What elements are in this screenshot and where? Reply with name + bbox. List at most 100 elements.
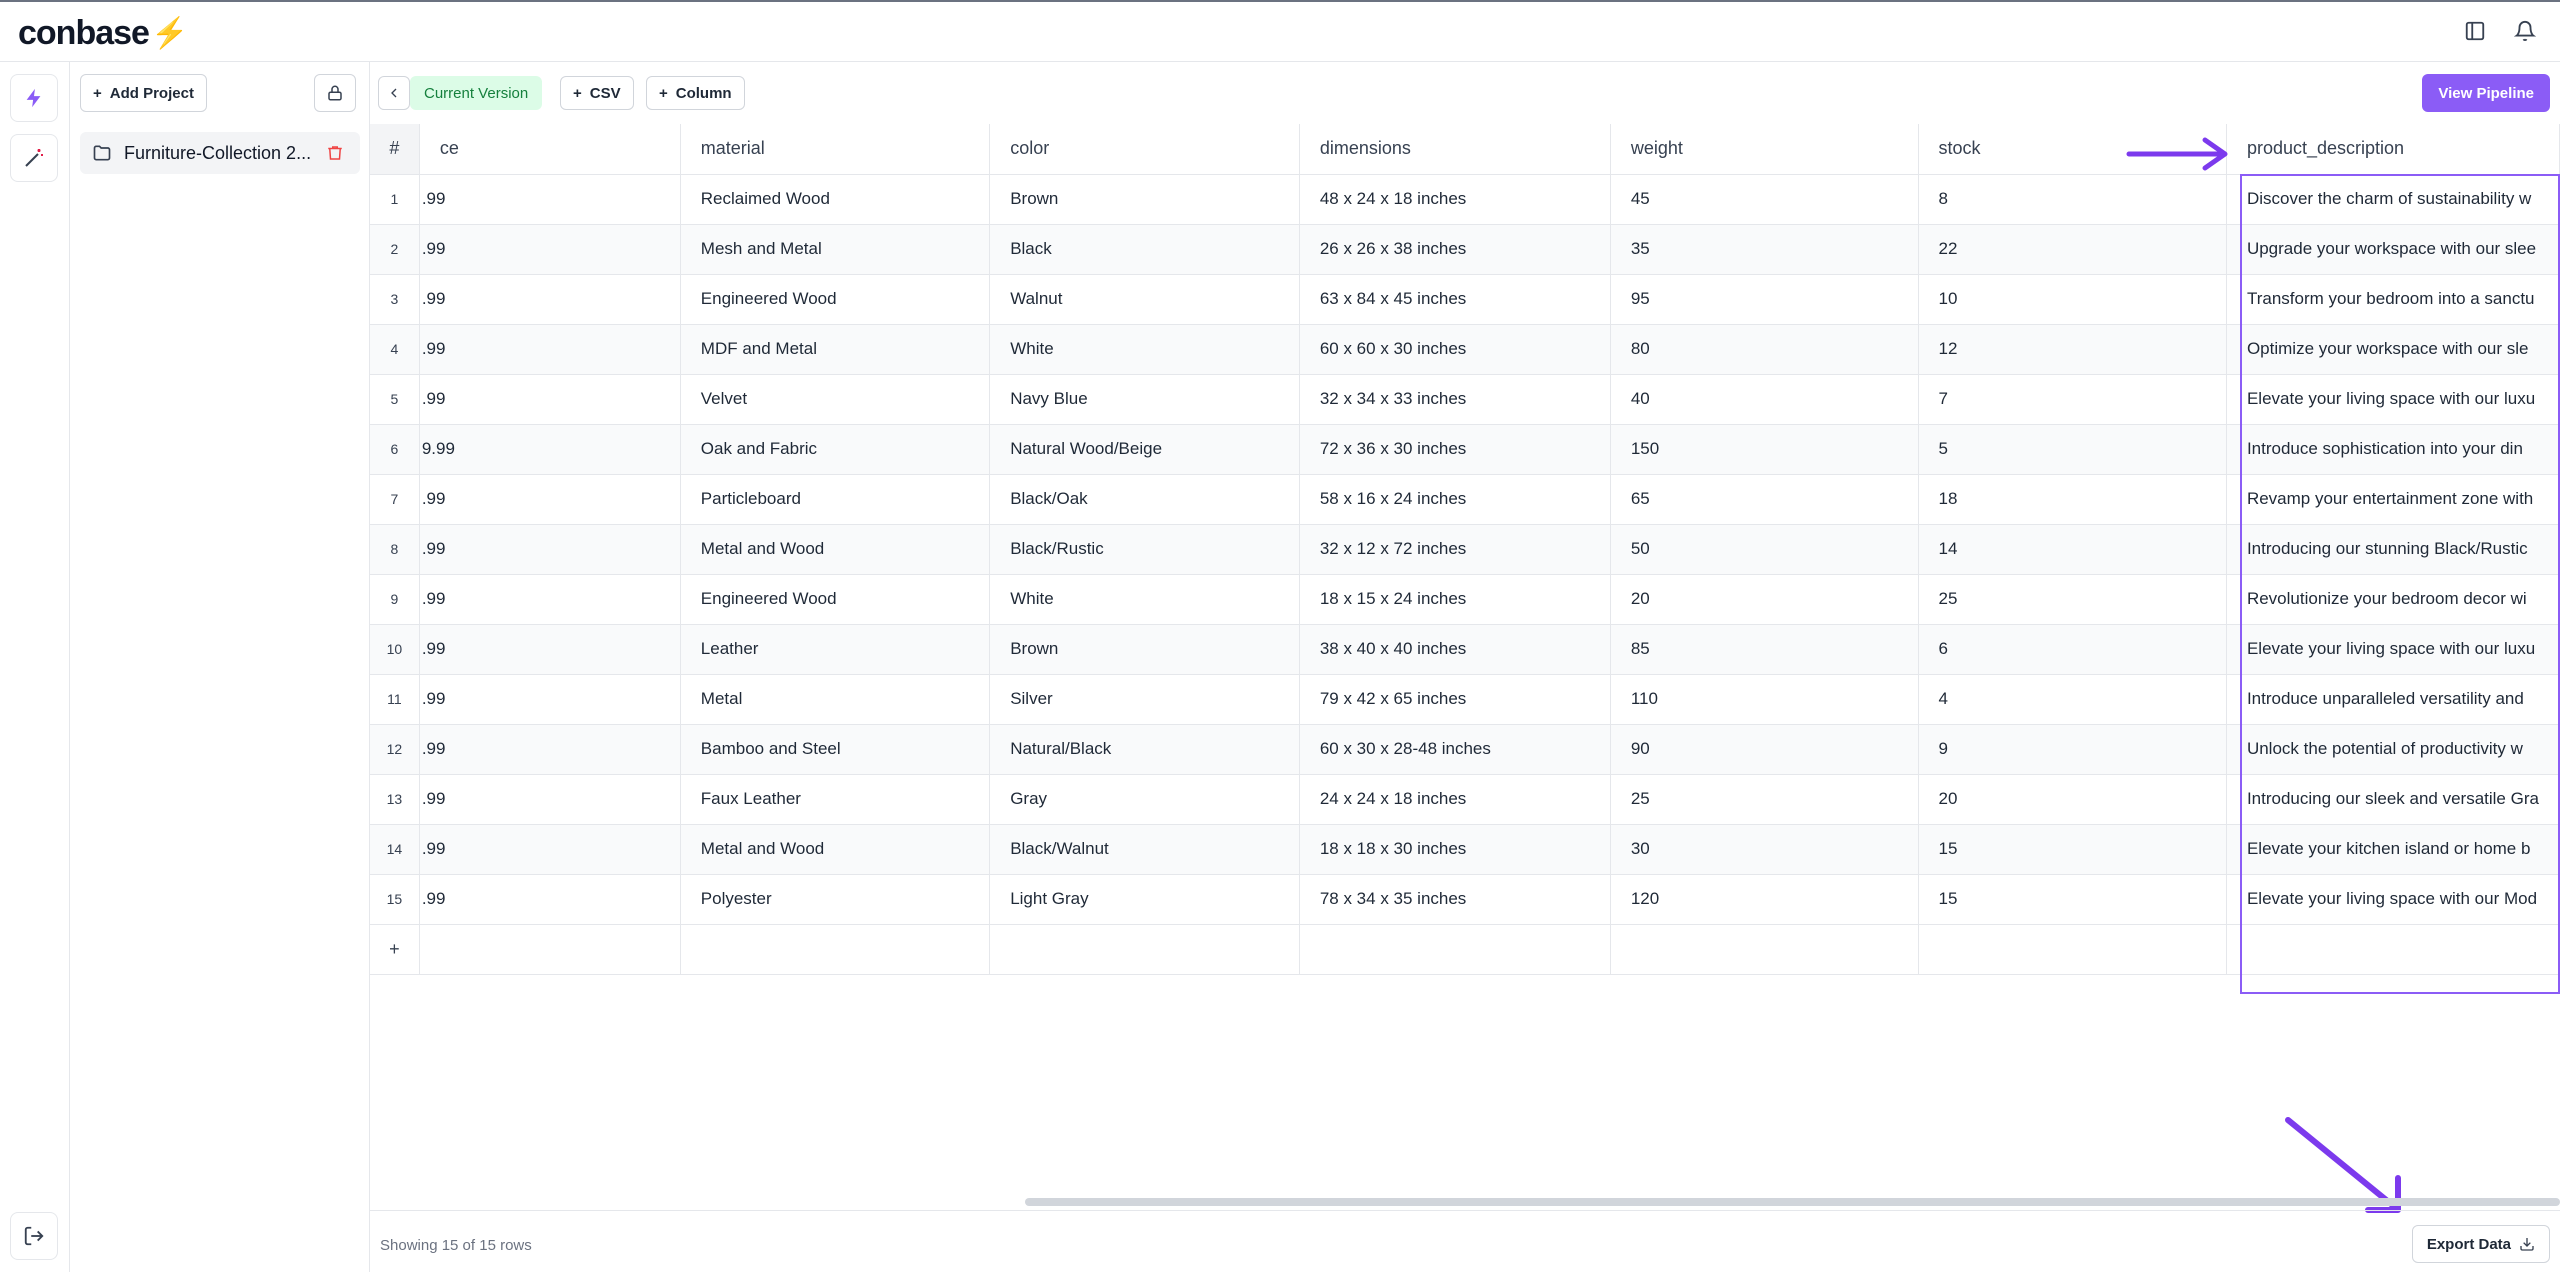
cell-material[interactable]: Bamboo and Steel [680, 724, 991, 775]
cell-price[interactable]: .99 [419, 874, 681, 925]
trash-icon[interactable] [326, 144, 344, 162]
cell-stock[interactable]: 20 [1918, 774, 2227, 825]
cell-color[interactable]: White [989, 574, 1300, 625]
cell-weight[interactable]: 25 [1610, 774, 1919, 825]
cell-color[interactable]: Black/Rustic [989, 524, 1300, 575]
cell-product-description[interactable]: Discover the charm of sustainability w [2226, 174, 2560, 225]
cell-product-description[interactable]: Optimize your workspace with our sle [2226, 324, 2560, 375]
cell-dimensions[interactable]: 32 x 34 x 33 inches [1299, 374, 1611, 425]
column-header-weight[interactable]: weight [1610, 124, 1919, 175]
cell-color[interactable]: Silver [989, 674, 1300, 725]
lock-button[interactable] [314, 74, 356, 112]
column-header-color[interactable]: color [989, 124, 1300, 175]
cell-price[interactable]: .99 [419, 174, 681, 225]
column-header-material[interactable]: material [680, 124, 991, 175]
app-logo[interactable]: conbase ⚡ [18, 14, 188, 53]
export-data-button[interactable]: Export Data [2411, 1225, 2550, 1263]
cell-weight[interactable]: 45 [1610, 174, 1919, 225]
cell-weight[interactable]: 85 [1610, 624, 1919, 675]
cell-stock[interactable]: 10 [1918, 274, 2227, 325]
table-row[interactable]: 9.99 Engineered Wood White 18 x 15 x 24 inc… [370, 574, 2560, 625]
table-row[interactable]: 10.99 Leather Brown 38 x 40 x 40 inches 85 6 E… [370, 624, 2560, 675]
cell-stock[interactable]: 15 [1918, 824, 2227, 875]
cell-product-description[interactable]: Elevate your living space with our Mod [2226, 874, 2560, 925]
table-row[interactable]: 6 9.99 Oak and Fabric Natural Wood/Beige 72 … [370, 424, 2560, 475]
cell-dimensions[interactable]: 72 x 36 x 30 inches [1299, 424, 1611, 475]
cell-stock[interactable]: 15 [1918, 874, 2227, 925]
cell-material[interactable]: Engineered Wood [680, 274, 991, 325]
cell-stock[interactable]: 14 [1918, 524, 2227, 575]
cell-material[interactable]: Metal and Wood [680, 524, 991, 575]
cell-material[interactable]: Polyester [680, 874, 991, 925]
cell-weight[interactable]: 20 [1610, 574, 1919, 625]
scrollbar-thumb[interactable] [1025, 1198, 2560, 1206]
view-pipeline-button[interactable]: View Pipeline [2422, 74, 2550, 112]
column-header-stock[interactable]: stock [1918, 124, 2227, 175]
cell-dimensions[interactable]: 63 x 84 x 45 inches [1299, 274, 1611, 325]
cell-product-description[interactable]: Introduce sophistication into your din [2226, 424, 2560, 475]
cell-price[interactable]: .99 [419, 674, 681, 725]
cell-dimensions[interactable]: 58 x 16 x 24 inches [1299, 474, 1611, 525]
cell-dimensions[interactable]: 60 x 60 x 30 inches [1299, 324, 1611, 375]
table-row[interactable]: 8.99 Metal and Wood Black/Rustic 32 x 12 x … [370, 524, 2560, 575]
cell-dimensions[interactable]: 79 x 42 x 65 inches [1299, 674, 1611, 725]
cell-weight[interactable]: 30 [1610, 824, 1919, 875]
cell-weight[interactable]: 50 [1610, 524, 1919, 575]
cell-weight[interactable]: 65 [1610, 474, 1919, 525]
cell-weight[interactable]: 150 [1610, 424, 1919, 475]
cell-stock[interactable]: 7 [1918, 374, 2227, 425]
cell-weight[interactable]: 40 [1610, 374, 1919, 425]
cell-weight[interactable]: 90 [1610, 724, 1919, 775]
cell-material[interactable]: Metal [680, 674, 991, 725]
cell-material[interactable]: Velvet [680, 374, 991, 425]
cell-dimensions[interactable]: 18 x 15 x 24 inches [1299, 574, 1611, 625]
cell-weight[interactable]: 110 [1610, 674, 1919, 725]
table-row[interactable]: 4.99 MDF and Metal White 60 x 60 x 30 inche… [370, 324, 2560, 375]
cell-stock[interactable]: 4 [1918, 674, 2227, 725]
cell-weight[interactable]: 35 [1610, 224, 1919, 275]
logout-button[interactable] [10, 1212, 58, 1260]
cell-color[interactable]: Black/Oak [989, 474, 1300, 525]
cell-stock[interactable]: 5 [1918, 424, 2227, 475]
cell-color[interactable]: White [989, 324, 1300, 375]
cell-dimensions[interactable]: 38 x 40 x 40 inches [1299, 624, 1611, 675]
add-row[interactable]: + [370, 924, 2560, 975]
cell-product-description[interactable]: Unlock the potential of productivity w [2226, 724, 2560, 775]
table-row[interactable]: 1.99 Reclaimed Wood Brown 48 x 24 x 18 inch… [370, 174, 2560, 225]
cell-price[interactable]: .99 [419, 574, 681, 625]
cell-color[interactable]: Natural Wood/Beige [989, 424, 1300, 475]
cell-price[interactable]: 9.99 [419, 424, 681, 475]
csv-button[interactable]: + CSV [560, 76, 634, 110]
cell-stock[interactable]: 25 [1918, 574, 2227, 625]
cell-product-description[interactable]: Elevate your living space with our luxu [2226, 374, 2560, 425]
cell-product-description[interactable]: Transform your bedroom into a sanctu [2226, 274, 2560, 325]
cell-material[interactable]: Leather [680, 624, 991, 675]
cell-material[interactable]: Engineered Wood [680, 574, 991, 625]
cell-material[interactable]: Mesh and Metal [680, 224, 991, 275]
cell-weight[interactable]: 95 [1610, 274, 1919, 325]
cell-weight[interactable]: 120 [1610, 874, 1919, 925]
table-row[interactable]: 11.99 Metal Silver 79 x 42 x 65 inches 110 4 I… [370, 674, 2560, 725]
cell-price[interactable]: .99 [419, 224, 681, 275]
cell-material[interactable]: Faux Leather [680, 774, 991, 825]
cell-stock[interactable]: 6 [1918, 624, 2227, 675]
cell-color[interactable]: Brown [989, 624, 1300, 675]
cell-product-description[interactable]: Elevate your living space with our luxu [2226, 624, 2560, 675]
rail-bolt-button[interactable] [10, 74, 58, 122]
cell-dimensions[interactable]: 32 x 12 x 72 inches [1299, 524, 1611, 575]
cell-price[interactable]: .99 [419, 274, 681, 325]
table-row[interactable]: 7.99 Particleboard Black/Oak 58 x 16 x 24 i… [370, 474, 2560, 525]
cell-color[interactable]: Black [989, 224, 1300, 275]
cell-product-description[interactable]: Introducing our stunning Black/Rustic [2226, 524, 2560, 575]
add-column-button[interactable]: + Column [646, 76, 745, 110]
cell-color[interactable]: Navy Blue [989, 374, 1300, 425]
table-row[interactable]: 2.99 Mesh and Metal Black 26 x 26 x 38 inch… [370, 224, 2560, 275]
version-badge[interactable]: Current Version [410, 76, 543, 110]
table-row[interactable]: 15.99 Polyester Light Gray 78 x 34 x 35 inc… [370, 874, 2560, 925]
cell-product-description[interactable]: Introduce unparalleled versatility and [2226, 674, 2560, 725]
cell-color[interactable]: Brown [989, 174, 1300, 225]
sidebar-toggle-icon[interactable] [2462, 18, 2488, 44]
table-row[interactable]: 13.99 Faux Leather Gray 24 x 24 x 18 inches… [370, 774, 2560, 825]
cell-color[interactable]: Gray [989, 774, 1300, 825]
cell-dimensions[interactable]: 60 x 30 x 28-48 inches [1299, 724, 1611, 775]
